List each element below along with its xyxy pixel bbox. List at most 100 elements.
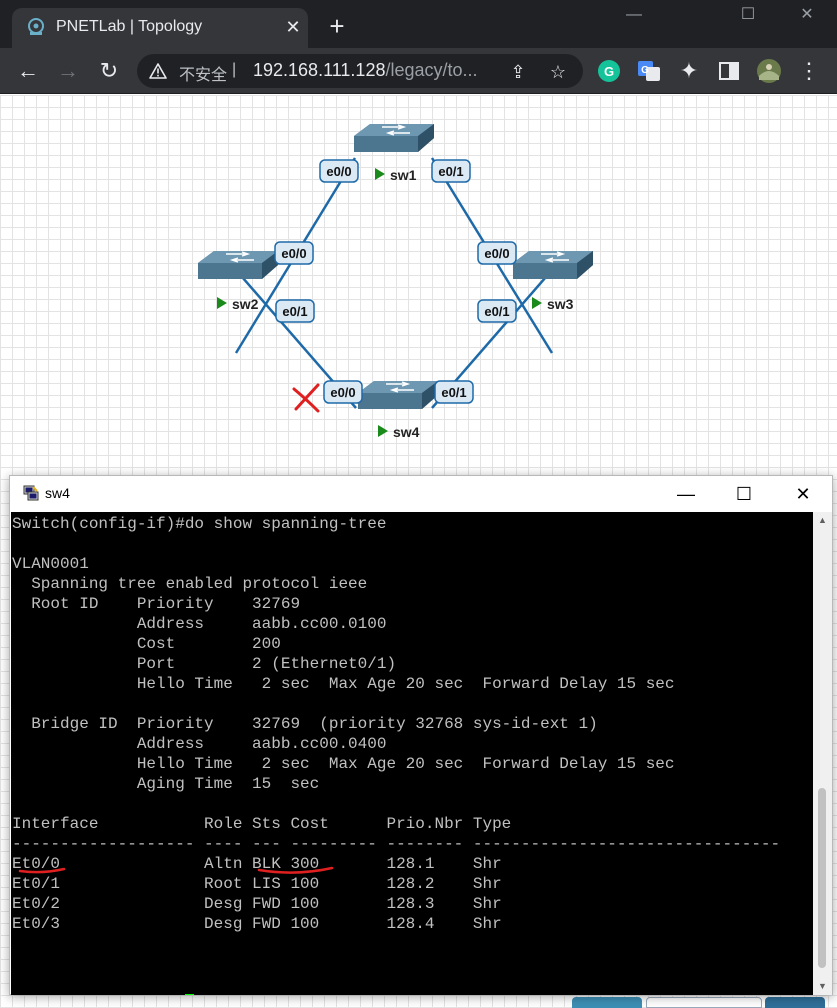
port-label-sw3-e0-0[interactable]: e0/0 (477, 241, 517, 265)
pnetlab-logo-icon (28, 18, 44, 35)
console-titlebar[interactable]: sw4 — ☐ ✕ (10, 476, 832, 512)
tab-close-icon[interactable]: ✕ (282, 16, 304, 38)
terminal-line: Address aabb.cc00.0100 (12, 615, 387, 633)
profile-avatar[interactable] (756, 58, 782, 84)
terminal-output[interactable]: Switch(config-if)#do show spanning-tree … (11, 512, 813, 995)
terminal-line: Switch(config-if)#do show spanning-tree (12, 515, 387, 533)
grammarly-icon[interactable]: G (596, 58, 622, 84)
close-window-button[interactable]: ✕ (785, 2, 829, 28)
url-path: /legacy/to... (385, 60, 478, 80)
svg-text:e0/1: e0/1 (441, 385, 466, 400)
node-sw2[interactable] (197, 250, 279, 280)
terminal-line: Et0/0 Altn BLK 300 128.1 Shr (12, 855, 502, 873)
console-title: sw4 (45, 485, 70, 501)
port-label-sw2-e0-1[interactable]: e0/1 (275, 299, 315, 323)
terminal-scrollbar[interactable]: ▲ ▼ (813, 512, 832, 995)
terminal-line: ------------------- ---- --- --------- -… (12, 835, 781, 853)
putty-terminal-icon (23, 485, 39, 501)
node-label-sw2: sw2 (232, 296, 259, 312)
terminal-text: Switch(config-if)#do show spanning-tree … (11, 512, 813, 995)
node-sw3[interactable] (512, 250, 594, 280)
node-label-sw3: sw3 (547, 296, 574, 312)
svg-text:e0/0: e0/0 (281, 246, 306, 261)
terminal-line: Address aabb.cc00.0400 (12, 735, 387, 753)
security-label: 不安全 (179, 67, 228, 84)
separator: | (232, 61, 237, 78)
terminal-line: Spanning tree enabled protocol ieee (12, 575, 368, 593)
port-label-sw4-e0-0[interactable]: e0/0 (323, 380, 363, 404)
browser-toolbar: ← → ↻ 不安全 | 192.168.111.128/legacy/to...… (0, 48, 837, 94)
back-arrow-icon[interactable]: ← (13, 56, 43, 86)
address-bar[interactable]: 不安全 | 192.168.111.128/legacy/to... ⇪ ☆ (137, 54, 583, 88)
console-close-button[interactable]: ✕ (780, 480, 826, 508)
maximize-window-button[interactable]: ☐ (726, 2, 770, 28)
running-arrow-icon (217, 297, 227, 309)
forward-arrow-icon[interactable]: → (53, 56, 83, 86)
terminal-line: Hello Time 2 sec Max Age 20 sec Forward … (12, 675, 675, 693)
terminal-cursor (184, 994, 194, 995)
terminal-line: Et0/3 Desg FWD 100 128.4 Shr (12, 915, 502, 933)
terminal-line: Et0/2 Desg FWD 100 128.3 Shr (12, 895, 502, 913)
port-label-sw1-e0-1[interactable]: e0/1 (431, 159, 471, 183)
terminal-line: Root ID Priority 32769 (12, 595, 301, 613)
scroll-up-arrow-icon[interactable]: ▲ (813, 512, 832, 529)
port-label-sw2-e0-0[interactable]: e0/0 (274, 241, 314, 265)
minimize-window-button[interactable]: — (612, 2, 656, 28)
svg-text:e0/1: e0/1 (438, 164, 463, 179)
console-maximize-button[interactable]: ☐ (721, 480, 767, 508)
scrollbar-thumb[interactable] (818, 788, 826, 968)
reload-icon[interactable]: ↻ (94, 56, 124, 86)
topology-diagram: sw1 sw2 sw3 sw4 e0/0 e0/1 e0/0 e0/1 e0/0… (197, 123, 594, 440)
extensions-puzzle-icon[interactable]: ✦ (674, 56, 704, 86)
running-arrow-icon (378, 425, 388, 437)
port-label-sw4-e0-1[interactable]: e0/1 (434, 380, 474, 404)
side-panel-icon[interactable] (716, 58, 742, 84)
scroll-down-arrow-icon[interactable]: ▼ (813, 978, 832, 995)
terminal-prompt-line[interactable]: Switch(config-if)# (12, 994, 813, 995)
node-label-sw1: sw1 (390, 167, 417, 183)
port-label-sw3-e0-1[interactable]: e0/1 (477, 299, 517, 323)
menu-kebab-icon[interactable]: ⋮ (794, 56, 824, 86)
svg-text:G: G (641, 65, 649, 76)
terminal-line: Bridge ID Priority 32769 (priority 32768… (12, 715, 598, 733)
terminal-line: Hello Time 2 sec Max Age 20 sec Forward … (12, 755, 675, 773)
tab-title: PNETLab | Topology (56, 18, 203, 35)
terminal-line: Aging Time 15 sec (12, 775, 320, 793)
running-arrow-icon (375, 168, 385, 180)
node-sw4[interactable] (357, 380, 439, 410)
terminal-line: Port 2 (Ethernet0/1) (12, 655, 397, 673)
new-tab-button[interactable]: + (322, 12, 352, 42)
svg-text:e0/1: e0/1 (282, 304, 307, 319)
warning-icon (149, 63, 167, 79)
svg-text:e0/0: e0/0 (484, 246, 509, 261)
url-text[interactable]: 192.168.111.128/legacy/to... (253, 60, 478, 81)
node-sw1[interactable] (353, 123, 435, 153)
bookmark-star-icon[interactable]: ☆ (547, 61, 569, 83)
share-icon[interactable]: ⇪ (507, 61, 529, 83)
console-minimize-button[interactable]: — (663, 480, 709, 508)
blocked-port-x-annotation (292, 383, 320, 413)
translate-icon[interactable]: G (636, 58, 662, 84)
svg-text:e0/1: e0/1 (484, 304, 509, 319)
status-pill[interactable] (765, 997, 825, 1008)
url-host: 192.168.111.128 (253, 60, 386, 80)
status-pill[interactable] (572, 997, 642, 1008)
terminal-line: Cost 200 (12, 635, 281, 653)
svg-text:G: G (604, 64, 614, 79)
node-label-sw4: sw4 (393, 424, 420, 440)
running-arrow-icon (532, 297, 542, 309)
status-pill[interactable] (646, 997, 762, 1008)
terminal-line: Et0/1 Root LIS 100 128.2 Shr (12, 875, 502, 893)
port-label-sw1-e0-0[interactable]: e0/0 (319, 159, 359, 183)
svg-text:e0/0: e0/0 (330, 385, 355, 400)
browser-tabstrip: PNETLab | Topology ✕ + — ☐ ✕ (0, 0, 837, 48)
terminal-line: VLAN0001 (12, 555, 89, 573)
console-window-sw4[interactable]: sw4 — ☐ ✕ Switch(config-if)#do show span… (9, 475, 833, 995)
tab-topology[interactable]: PNETLab | Topology ✕ (12, 8, 308, 48)
